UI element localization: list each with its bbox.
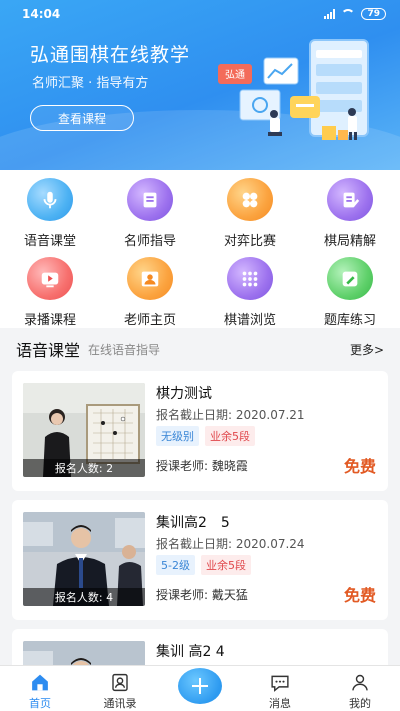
category-match[interactable]: 对弈比赛 <box>200 170 300 249</box>
edit-document-icon <box>327 178 373 221</box>
course-title: 棋力测试 <box>156 386 212 402</box>
banner-illustration: 弘通 <box>218 39 369 140</box>
course-thumbnail: 报名人数: 2 <box>23 383 145 477</box>
category-master-guidance[interactable]: 名师指导 <box>100 170 200 249</box>
course-title: 集训高2 5 <box>156 515 230 531</box>
nav-contacts[interactable]: 通讯录 <box>80 666 160 711</box>
clover-icon <box>227 178 273 221</box>
course-card[interactable]: 报名人数: 2 棋力测试 报名截止日期: 2020.07.21 无级别 业余5段… <box>12 371 388 491</box>
enrolled-count: 报名人数: 4 <box>23 588 145 606</box>
course-card[interactable]: 报名人数: 4 集训高2 5 报名截止日期: 2020.07.24 5-2级 业… <box>12 500 388 620</box>
course-thumbnail: 报名人数: 4 <box>23 512 145 606</box>
category-label: 老师主页 <box>123 313 176 328</box>
category-game-analysis[interactable]: 棋局精解 <box>300 170 400 249</box>
rank-tag: 业余5段 <box>205 426 255 446</box>
section-header: 语音课堂 在线语音指导 更多> <box>0 328 400 370</box>
book-icon <box>127 178 173 221</box>
status-icons: 79 <box>324 8 386 20</box>
category-label: 棋局精解 <box>323 234 376 249</box>
nav-home[interactable]: 首页 <box>0 666 80 711</box>
user-icon <box>352 674 368 691</box>
nav-mine[interactable]: 我的 <box>320 666 400 711</box>
course-price: 免费 <box>343 586 376 605</box>
home-icon <box>32 674 48 691</box>
course-teacher: 授课老师: 戴天猛 <box>156 588 248 602</box>
banner-subtitle: 名师汇聚 · 指导有方 <box>32 76 149 91</box>
category-label: 题库练习 <box>323 313 376 328</box>
category-question-bank[interactable]: 题库练习 <box>300 249 400 328</box>
video-play-icon <box>27 257 73 300</box>
course-deadline: 报名截止日期: 2020.07.21 <box>156 408 305 422</box>
level-tag: 5-2级 <box>156 555 195 575</box>
banner: 14:04 79 弘通围棋在线教学 名师汇聚 · 指导有方 查看课程 弘通 <box>0 0 400 170</box>
enrolled-count: 报名人数: 2 <box>23 459 145 477</box>
level-tag: 无级别 <box>156 426 199 446</box>
more-link[interactable]: 更多> <box>350 341 384 358</box>
rank-tag: 业余5段 <box>200 555 251 575</box>
add-button[interactable] <box>178 668 222 704</box>
pencil-note-icon <box>327 257 373 300</box>
battery-icon: 79 <box>361 8 386 20</box>
course-teacher: 授课老师: 魏晓霞 <box>156 459 248 473</box>
category-teacher-home[interactable]: 老师主页 <box>100 249 200 328</box>
plus-icon <box>192 678 208 694</box>
status-time: 14:04 <box>22 7 61 21</box>
wifi-icon <box>341 9 356 19</box>
nav-label: 首页 <box>29 697 51 710</box>
nav-label: 通讯录 <box>103 697 137 710</box>
category-label: 录播课程 <box>23 313 76 328</box>
course-tags: 5-2级 业余5段 <box>156 555 251 575</box>
category-recorded-course[interactable]: 录播课程 <box>0 249 100 328</box>
category-voice-class[interactable]: 语音课堂 <box>0 170 100 249</box>
category-label: 对弈比赛 <box>223 234 276 249</box>
nav-label: 我的 <box>349 697 371 710</box>
message-icon <box>271 675 289 692</box>
category-game-records[interactable]: 棋谱浏览 <box>200 249 300 328</box>
microphone-icon <box>27 178 73 221</box>
status-bar: 14:04 79 <box>0 0 400 28</box>
category-grid: 语音课堂 名师指导 对弈比赛 棋局精解 录播课程 老师主页 棋谱浏览 题库练习 <box>0 170 400 328</box>
teacher-profile-icon <box>127 257 173 300</box>
section-subtitle: 在线语音指导 <box>88 342 161 357</box>
view-courses-button[interactable]: 查看课程 <box>30 105 134 131</box>
nav-label: 消息 <box>269 697 291 710</box>
course-title: 集训 高2 4 <box>156 644 225 660</box>
course-deadline: 报名截止日期: 2020.07.24 <box>156 537 305 551</box>
contacts-icon <box>112 673 128 692</box>
grid-dots-icon <box>227 257 273 300</box>
banner-title: 弘通围棋在线教学 <box>30 44 191 66</box>
course-price: 免费 <box>343 457 376 476</box>
category-label: 棋谱浏览 <box>223 313 276 328</box>
section-title: 语音课堂 <box>16 341 81 360</box>
course-tags: 无级别 业余5段 <box>156 426 255 446</box>
category-label: 语音课堂 <box>23 234 76 249</box>
category-label: 名师指导 <box>123 234 176 249</box>
signal-icon <box>324 9 336 19</box>
nav-messages[interactable]: 消息 <box>240 666 320 711</box>
svg-text:弘通: 弘通 <box>225 69 245 81</box>
